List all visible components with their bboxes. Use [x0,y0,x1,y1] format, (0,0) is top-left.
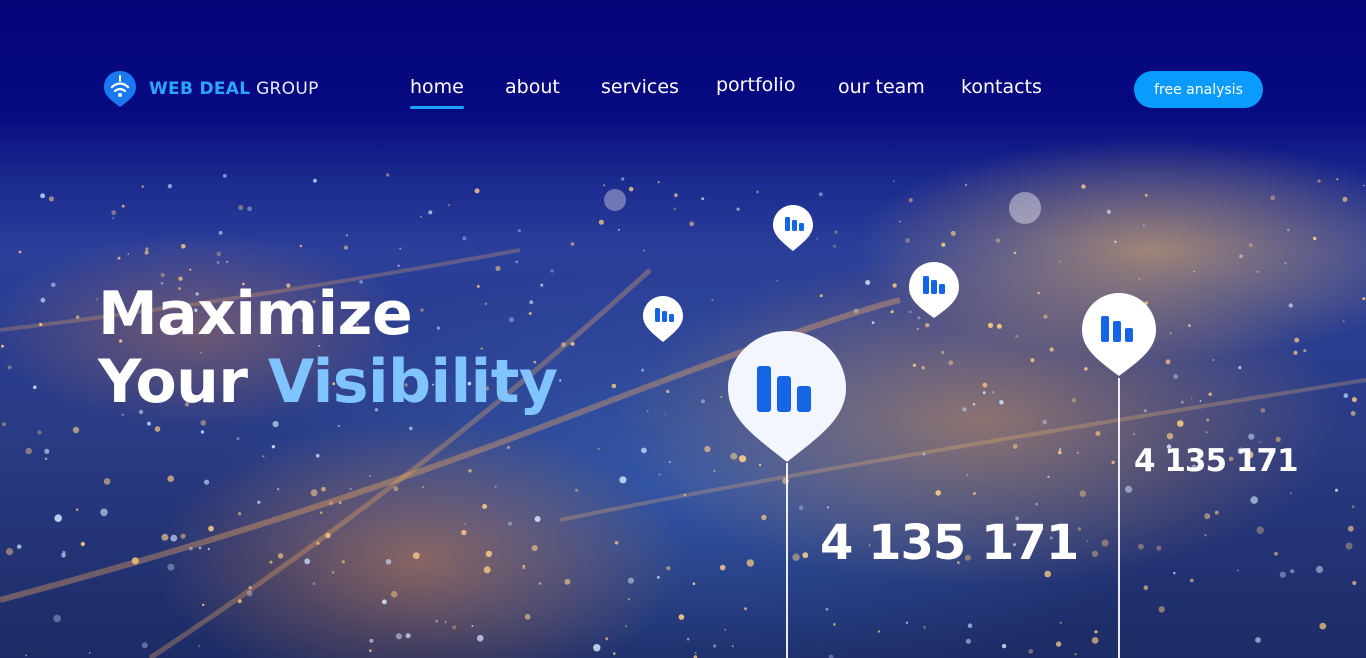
site-header: WEB DEAL GROUP home about services portf… [0,0,1366,130]
brand-name-light: GROUP [256,79,319,99]
chart-pin-icon [643,296,683,342]
brand-name: WEB DEAL GROUP [149,79,319,99]
nav-item-portfolio[interactable]: portfolio [716,74,795,96]
stat-pointer-line [1118,378,1120,658]
nav-item-services[interactable]: services [601,76,679,98]
chart-pin-icon [773,205,813,251]
chart-pin-icon [909,262,959,318]
headline-line-2: Your Visibility [98,348,558,416]
signal-pin-icon [104,71,136,107]
faint-pin-icon [604,189,626,211]
nav-item-our-team[interactable]: our team [838,76,925,98]
nav-item-home[interactable]: home [410,76,464,109]
nav-item-kontacts[interactable]: kontacts [961,76,1042,98]
faint-pin-icon [1009,192,1041,224]
stat-secondary: 4 135 171 [1134,443,1299,479]
stat-pointer-line [786,463,788,658]
brand-logo[interactable]: WEB DEAL GROUP [103,70,319,108]
nav-item-about[interactable]: about [505,76,560,98]
brand-name-bold: WEB DEAL [149,79,251,99]
chart-pin-large-icon [728,331,846,462]
stat-primary: 4 135 171 [820,515,1079,571]
headline-line-1: Maximize [98,279,413,349]
headline-plain: Your [98,347,248,417]
free-analysis-button[interactable]: free analysis [1134,71,1263,108]
headline-highlight: Visibility [267,347,558,417]
chart-pin-icon [1082,293,1156,376]
hero-headline: Maximize Your Visibility [98,280,558,416]
